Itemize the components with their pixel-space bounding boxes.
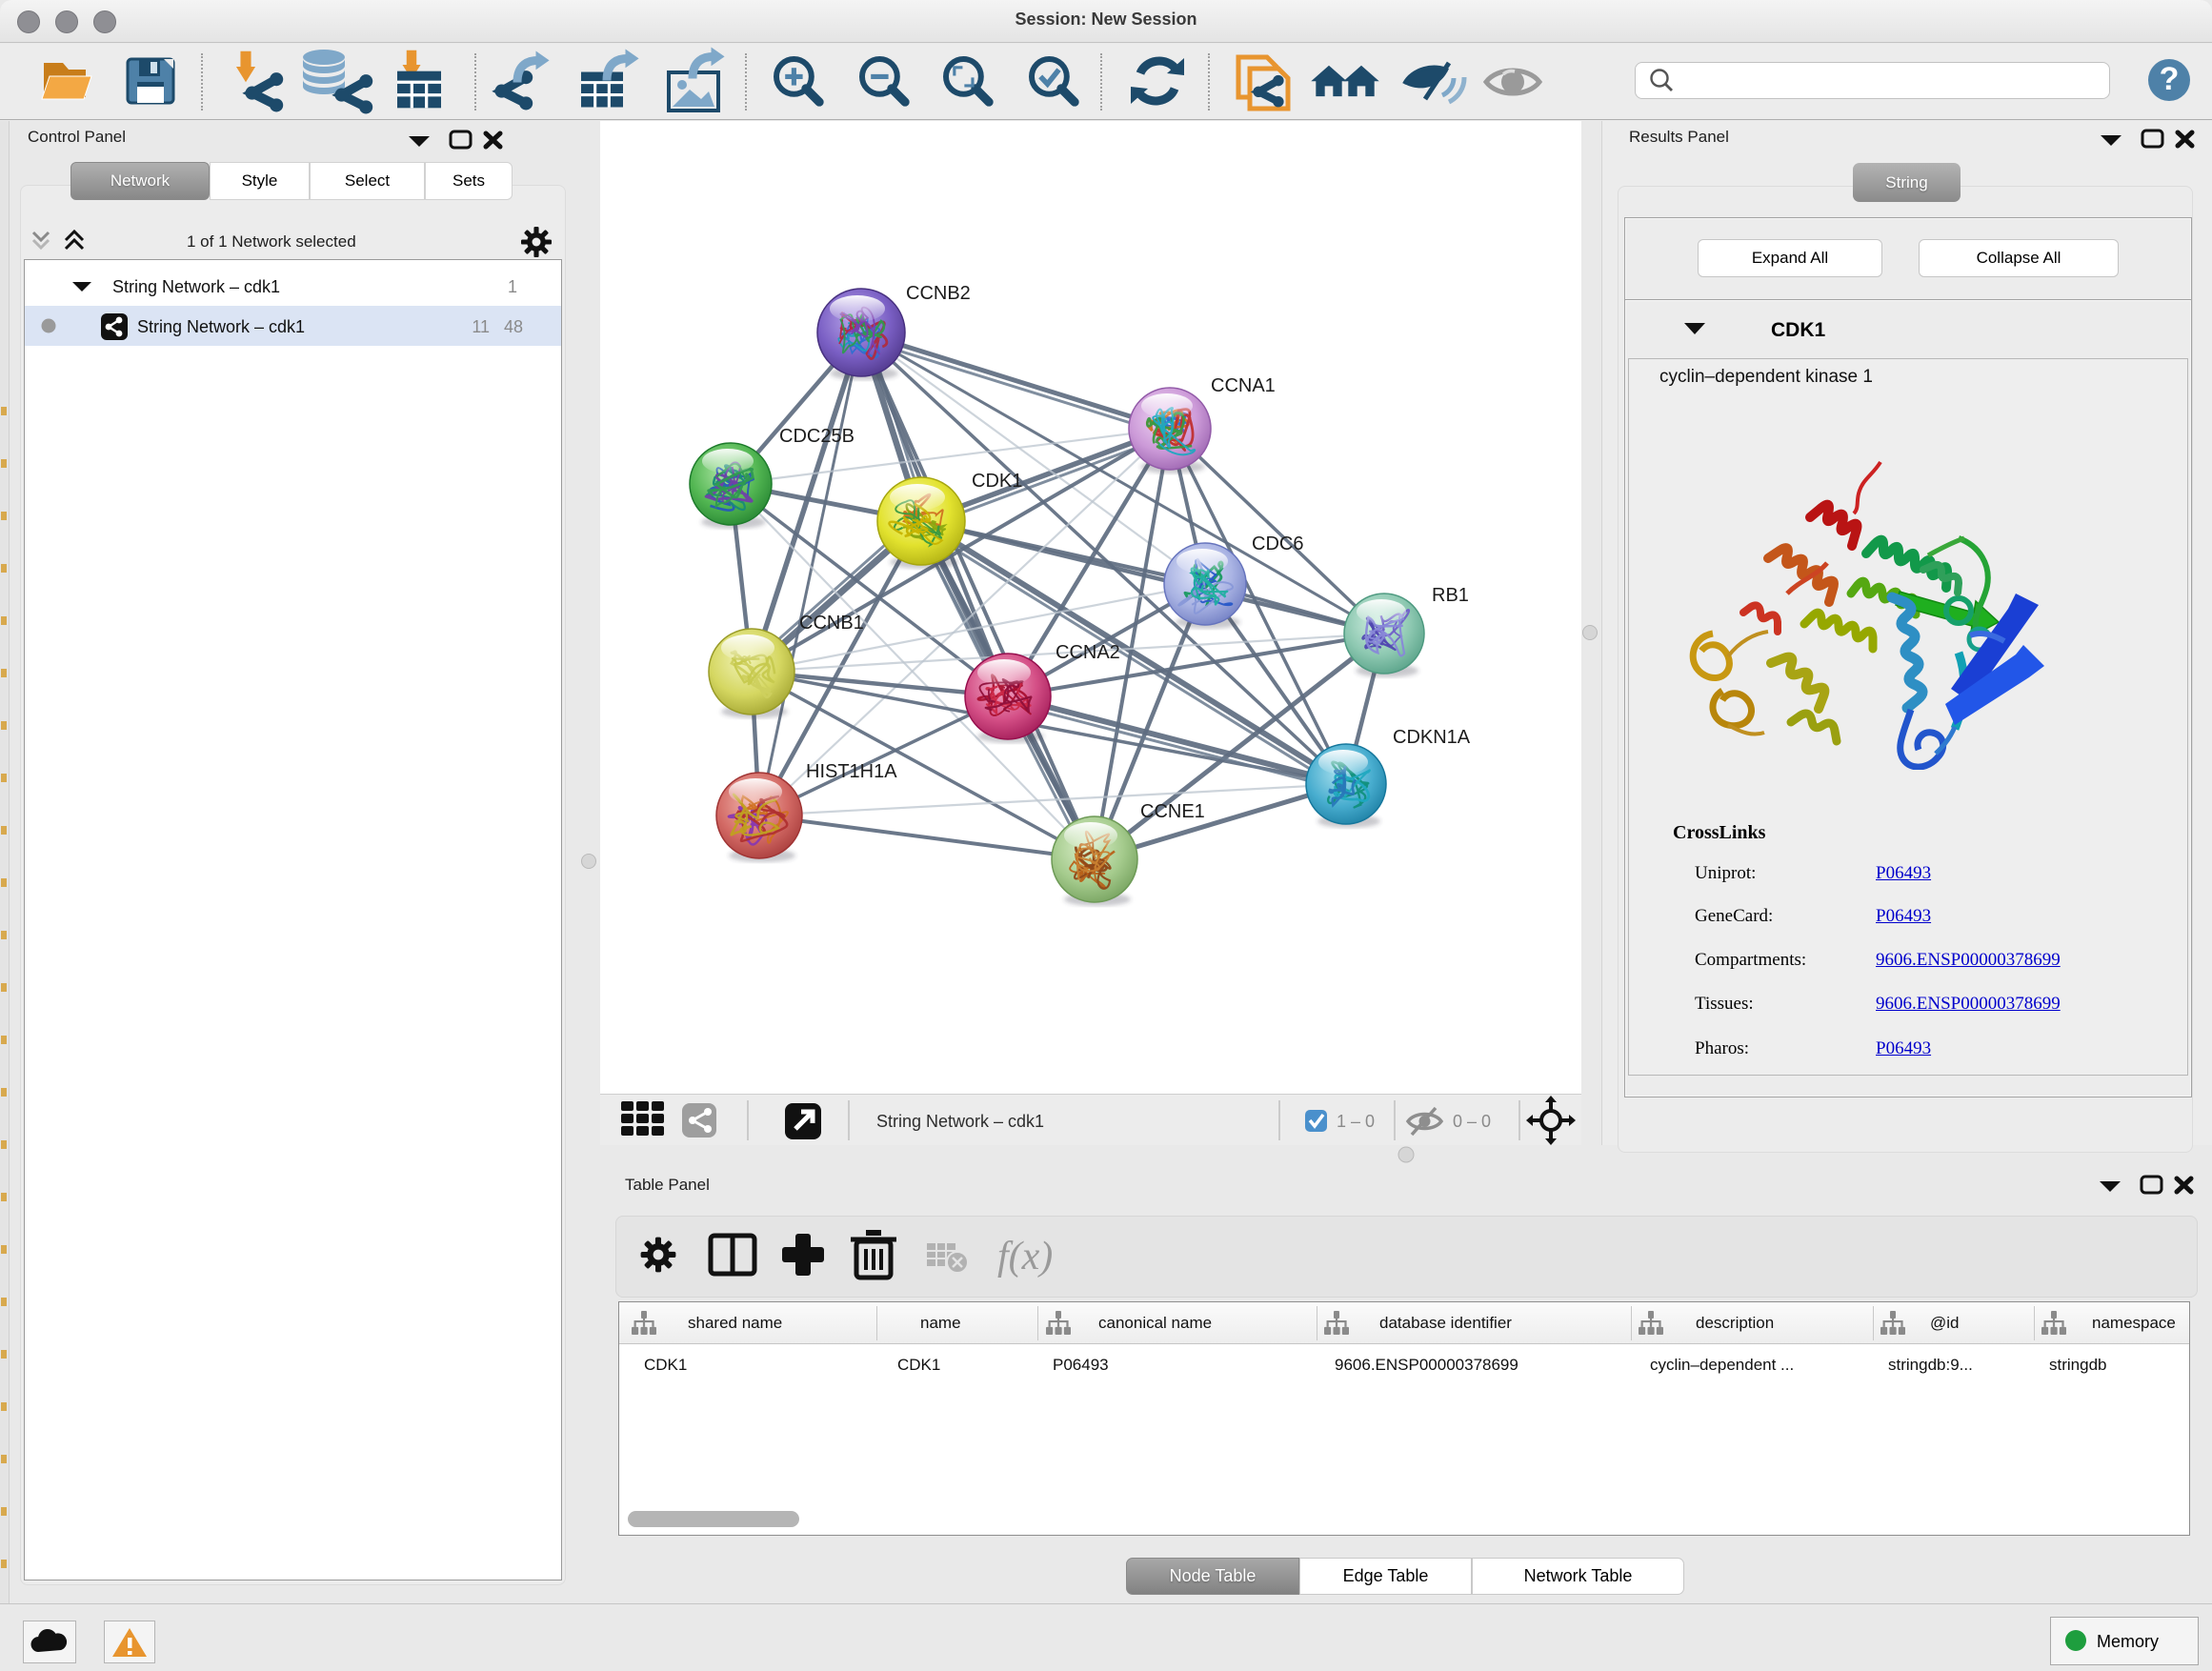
svg-text:f(x): f(x) [997, 1235, 1053, 1278]
svg-text:Memory: Memory [2097, 1632, 2159, 1651]
svg-text:48: 48 [504, 317, 523, 336]
svg-text:0 – 0: 0 – 0 [1453, 1112, 1491, 1131]
svg-text:String Network – cdk1: String Network – cdk1 [137, 317, 305, 336]
svg-text:CCNA1: CCNA1 [1211, 375, 1276, 396]
svg-text:HIST1H1A: HIST1H1A [806, 761, 897, 782]
svg-text:RB1: RB1 [1432, 585, 1469, 606]
svg-text:CCNA2: CCNA2 [1056, 642, 1120, 663]
svg-text:CCNB2: CCNB2 [906, 283, 971, 304]
svg-text:1: 1 [508, 277, 517, 296]
svg-text:CDKN1A: CDKN1A [1393, 727, 1471, 748]
svg-text:1 of 1 Network selected: 1 of 1 Network selected [187, 232, 356, 251]
svg-text:CCNB1: CCNB1 [799, 613, 864, 634]
svg-text:String Network – cdk1: String Network – cdk1 [876, 1112, 1044, 1131]
svg-text:CDK1: CDK1 [1771, 319, 1825, 341]
svg-text:1 – 0: 1 – 0 [1337, 1112, 1375, 1131]
svg-text:CDC6: CDC6 [1252, 534, 1303, 554]
svg-text:String Network – cdk1: String Network – cdk1 [112, 277, 280, 296]
svg-text:CCNE1: CCNE1 [1140, 801, 1205, 822]
svg-text:CDK1: CDK1 [972, 471, 1022, 492]
svg-text:?: ? [2160, 61, 2180, 97]
svg-text:CDC25B: CDC25B [779, 426, 855, 447]
svg-text:11: 11 [472, 317, 490, 336]
